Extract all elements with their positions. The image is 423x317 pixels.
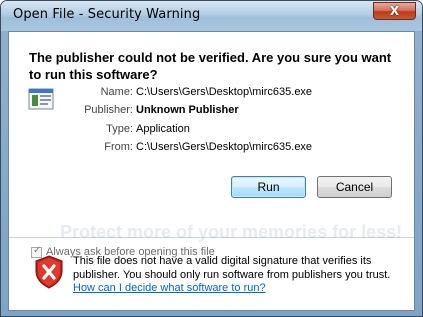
- warning-headline: The publisher could not be verified. Are…: [29, 50, 392, 82]
- warning-description: This file does not have a valid digital …: [73, 255, 391, 281]
- field-type-label: Type:: [106, 123, 133, 135]
- dialog-content: The publisher could not be verified. Are…: [8, 31, 415, 311]
- title-bar[interactable]: Open File - Security Warning X: [1, 1, 422, 31]
- run-button[interactable]: Run: [231, 176, 306, 198]
- field-name: Name: C:\Users\Gers\Desktop\mirc635.exe: [49, 86, 389, 102]
- help-link[interactable]: How can I decide what software to run?: [73, 282, 266, 294]
- dialog-window: Open File - Security Warning X The publi…: [0, 0, 423, 317]
- window-title: Open File - Security Warning: [13, 7, 201, 22]
- field-type: Type: Application: [49, 123, 389, 139]
- field-name-value: C:\Users\Gers\Desktop\mirc635.exe: [136, 86, 313, 98]
- field-type-value: Application: [136, 123, 190, 135]
- field-from-label: From:: [104, 141, 133, 153]
- field-from: From: C:\Users\Gers\Desktop\mirc635.exe: [49, 141, 389, 157]
- field-name-label: Name:: [100, 86, 133, 98]
- cancel-button[interactable]: Cancel: [317, 176, 392, 198]
- field-publisher: Publisher: Unknown Publisher: [49, 104, 389, 120]
- close-button[interactable]: X: [373, 2, 416, 20]
- field-publisher-label: Publisher:: [84, 104, 133, 116]
- field-publisher-value: Unknown Publisher: [136, 104, 239, 116]
- close-icon: X: [389, 4, 400, 18]
- security-shield-icon: [35, 255, 63, 289]
- field-from-value: C:\Users\Gers\Desktop\mirc635.exe: [136, 141, 313, 153]
